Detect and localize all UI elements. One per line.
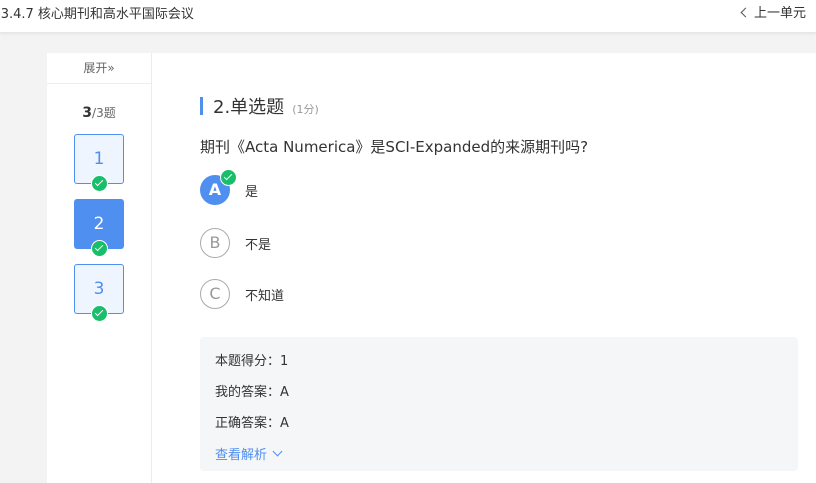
option-text: 不知道 (245, 288, 285, 304)
option-letter-badge: A (200, 169, 237, 205)
progress-total: /3题 (92, 106, 116, 120)
view-analysis-label: 查看解析 (215, 448, 268, 463)
question-nav-sidebar: 展开» 3/3题 1 2 3 (47, 53, 152, 483)
question-panel: 2.单选题 (1分) 期刊《Acta Numerica》是SCI-Expande… (152, 53, 816, 483)
top-bar: -3.4.7 核心期刊和高水平国际会议 上一单元 (0, 0, 816, 33)
option-letter: C (209, 284, 221, 303)
option-text: 不是 (245, 237, 272, 253)
score-result: 本题得分：1 (215, 354, 289, 369)
correct-answer: 正确答案：A (215, 416, 289, 431)
question-nav-2[interactable]: 2 (74, 199, 124, 257)
option-text: 是 (245, 184, 259, 200)
option-a[interactable]: A 是 (200, 169, 259, 205)
check-circle-icon (91, 305, 108, 322)
prev-unit-label: 上一单元 (753, 6, 806, 21)
option-letter: B (209, 233, 221, 252)
check-circle-icon (91, 240, 108, 257)
option-letter-badge: B (200, 228, 230, 258)
answer-result-panel: 本题得分：1 我的答案：A 正确答案：A 查看解析 (200, 337, 798, 471)
check-circle-icon (220, 169, 237, 186)
my-answer: 我的答案：A (215, 385, 289, 400)
question-heading: 2.单选题 (1分) (200, 93, 319, 119)
option-letter: A (208, 180, 222, 199)
option-letter-badge: C (200, 279, 230, 309)
chevron-down-icon (272, 446, 283, 457)
option-c[interactable]: C 不知道 (200, 279, 284, 309)
heading-accent-bar (200, 97, 203, 115)
progress-indicator: 3/3题 (47, 104, 151, 121)
option-b[interactable]: B 不是 (200, 228, 271, 258)
prev-unit-button[interactable]: 上一单元 (740, 2, 806, 21)
question-type-title: 2.单选题 (213, 97, 285, 118)
question-score: (1分) (292, 103, 319, 116)
expand-button[interactable]: 展开» (47, 53, 151, 84)
chapter-title: -3.4.7 核心期刊和高水平国际会议 (0, 7, 194, 22)
check-circle-icon (91, 175, 108, 192)
question-nav-1[interactable]: 1 (74, 134, 124, 192)
question-nav-3[interactable]: 3 (74, 264, 124, 322)
progress-current: 3 (82, 105, 93, 121)
chevron-left-icon (740, 7, 751, 17)
view-analysis-link[interactable]: 查看解析 (215, 444, 283, 463)
question-stem: 期刊《Acta Numerica》是SCI-Expanded的来源期刊吗? (200, 138, 589, 156)
